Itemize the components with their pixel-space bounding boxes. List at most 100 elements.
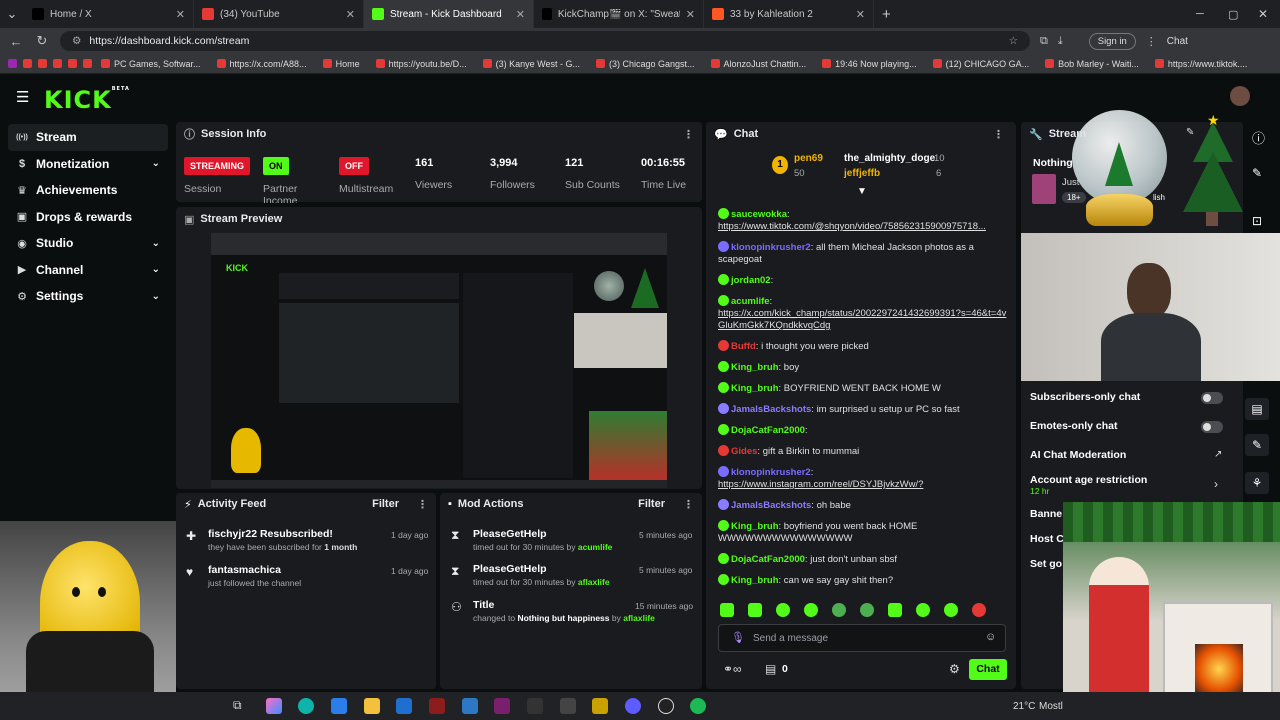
collapse-leaderboard-icon[interactable]: ▼ xyxy=(857,186,867,197)
emote-icon[interactable] xyxy=(776,603,790,617)
bookmark-star-icon[interactable]: ☆ xyxy=(1009,35,1018,47)
extensions-icon[interactable]: ⧉ xyxy=(1040,35,1048,48)
browser-tab[interactable]: (34) YouTube ✕ xyxy=(194,0,364,28)
emotes-only-toggle[interactable] xyxy=(1201,421,1223,433)
info-circle-icon[interactable]: ⓘ xyxy=(1252,128,1265,147)
chat-menu-icon[interactable]: ⋮ xyxy=(993,128,1004,141)
app-icon[interactable] xyxy=(494,698,510,714)
more-menu-icon[interactable]: ⋮ xyxy=(1146,35,1157,48)
bookmark-icon[interactable] xyxy=(68,59,77,68)
mod-filter-button[interactable]: Filter xyxy=(638,498,665,510)
multistream-badge[interactable]: OFF xyxy=(339,157,369,175)
close-tab-icon[interactable]: ✕ xyxy=(686,8,695,21)
share-icon[interactable]: ⚘ xyxy=(1245,472,1269,494)
bookmark-icon[interactable] xyxy=(83,59,92,68)
chevron-down-icon[interactable]: ⌄ xyxy=(152,238,160,249)
close-tab-icon[interactable]: ✕ xyxy=(856,8,865,21)
chat-username[interactable]: jordan02 xyxy=(731,275,771,286)
ai-moderation-label[interactable]: AI Chat Moderation xyxy=(1030,449,1126,461)
emote-icon[interactable] xyxy=(944,603,958,617)
session-menu-icon[interactable]: ⋮ xyxy=(683,128,694,141)
tab-list-icon[interactable]: ⌄ xyxy=(0,6,24,22)
chat-username[interactable]: klonopinkrusher2 xyxy=(731,242,811,253)
partner-badge[interactable]: ON xyxy=(263,157,289,175)
bookmark-item[interactable]: AlonzoJust Chattin... xyxy=(708,59,810,69)
sidebar-item-studio[interactable]: ◉ Studio ⌄ xyxy=(8,230,168,257)
chat-settings-icon[interactable]: ⚙ xyxy=(949,662,960,676)
chat-username[interactable]: DojaCatFan2000 xyxy=(731,554,805,565)
minimize-icon[interactable]: ─ xyxy=(1196,8,1204,20)
app-icon[interactable] xyxy=(625,698,641,714)
sidebar-item-drops-rewards[interactable]: ▣ Drops & rewards xyxy=(8,204,168,231)
chevron-down-icon[interactable]: ⌄ xyxy=(152,291,160,302)
tools-icon[interactable]: ✎ xyxy=(1245,434,1269,456)
new-tab-button[interactable]: + xyxy=(882,6,891,23)
close-tab-icon[interactable]: ✕ xyxy=(516,8,525,21)
chat-link[interactable]: https://www.instagram.com/reel/DSYJBjvkz… xyxy=(718,479,1008,491)
account-age-label[interactable]: Account age restriction xyxy=(1030,474,1147,486)
bookmark-icon[interactable] xyxy=(23,59,32,68)
chat-input[interactable]: 🎙 Send a message ☺ xyxy=(718,624,1006,652)
chat-username[interactable]: DojaCatFan2000 xyxy=(731,425,805,436)
browser-tab[interactable]: Stream - Kick Dashboard ✕ xyxy=(364,0,534,28)
app-icon[interactable] xyxy=(560,698,576,714)
external-link-icon[interactable]: ↗ xyxy=(1214,449,1222,460)
leader-name[interactable]: jeffjeffb xyxy=(844,168,880,179)
chat-username[interactable]: Gides xyxy=(731,446,757,457)
url-field[interactable]: ⚙ https://dashboard.kick.com/stream ☆ xyxy=(60,31,1030,51)
copilot-chat-button[interactable]: Chat xyxy=(1167,36,1188,47)
set-goal-label[interactable]: Set go xyxy=(1030,558,1062,570)
spotify-icon[interactable] xyxy=(690,698,706,714)
chat-link[interactable]: https://x.com/kick_champ/status/20022972… xyxy=(718,308,1008,332)
sidebar-item-stream[interactable]: ((•)) Stream xyxy=(8,124,168,151)
app-icon[interactable] xyxy=(658,698,674,714)
chat-username[interactable]: klonopinkrusher2 xyxy=(731,467,811,478)
outlook-icon[interactable] xyxy=(396,698,412,714)
close-tab-icon[interactable]: ✕ xyxy=(176,8,185,21)
site-info-icon[interactable]: ⚙ xyxy=(72,35,81,47)
crop-icon[interactable]: ⊡ xyxy=(1252,214,1262,228)
emote-icon[interactable] xyxy=(832,603,846,617)
emote-icon[interactable] xyxy=(888,603,902,617)
chevron-down-icon[interactable]: ⌄ xyxy=(152,158,160,169)
back-icon[interactable]: ← xyxy=(8,34,24,49)
bookmark-item[interactable]: Bob Marley - Waiti... xyxy=(1042,59,1142,69)
chat-username[interactable]: King_bruh xyxy=(731,383,779,394)
chat-username[interactable]: Buffd xyxy=(731,341,756,352)
chat-username[interactable]: King_bruh xyxy=(731,521,779,532)
sidebar-item-monetization[interactable]: $ Monetization ⌄ xyxy=(8,151,168,178)
bookmark-item[interactable]: Home xyxy=(320,59,363,69)
emote-icon[interactable] xyxy=(860,603,874,617)
download-icon[interactable]: ⤓ xyxy=(1058,35,1063,48)
bookmark-item[interactable]: 19:46 Now playing... xyxy=(819,59,920,69)
sidebar-item-channel[interactable]: ▶ Channel ⌄ xyxy=(8,257,168,284)
bookmark-item[interactable]: PC Games, Softwar... xyxy=(98,59,204,69)
bookmark-icon[interactable] xyxy=(53,59,62,68)
browser-tab[interactable]: 33 by Kahleation 2 ✕ xyxy=(704,0,874,28)
app-icon[interactable] xyxy=(462,698,478,714)
layout-icon[interactable]: ▤ xyxy=(1245,398,1269,420)
chat-username[interactable]: JamalsBackshots xyxy=(731,404,811,415)
browser-tab[interactable]: Home / X ✕ xyxy=(24,0,194,28)
close-window-icon[interactable]: ✕ xyxy=(1258,7,1268,21)
avatar[interactable] xyxy=(1230,86,1250,106)
chat-link[interactable]: https://www.tiktok.com/@shqyon/video/758… xyxy=(718,221,1008,233)
bookmark-item[interactable]: (3) Chicago Gangst... xyxy=(593,59,698,69)
sidebar-item-achievements[interactable]: ♛ Achievements xyxy=(8,177,168,204)
bookmark-item[interactable]: https://youtu.be/D... xyxy=(373,59,470,69)
store-icon[interactable] xyxy=(331,698,347,714)
sidebar-item-settings[interactable]: ⚙ Settings ⌄ xyxy=(8,283,168,310)
activity-menu-icon[interactable]: ⋮ xyxy=(417,498,428,511)
leader-name[interactable]: pen69 xyxy=(794,153,823,164)
chat-username[interactable]: King_bruh xyxy=(731,362,779,373)
treasure-icon[interactable]: ▤ xyxy=(765,662,776,676)
points-icon[interactable]: ⚭∞ xyxy=(723,662,742,676)
bookmark-icon[interactable] xyxy=(8,59,17,68)
chat-username[interactable]: JamalsBackshots xyxy=(731,500,811,511)
chevron-right-icon[interactable]: › xyxy=(1214,477,1218,491)
copilot-icon[interactable] xyxy=(266,698,282,714)
bookmark-item[interactable]: (3) Kanye West - G... xyxy=(480,59,583,69)
bookmark-icon[interactable] xyxy=(38,59,47,68)
edit-pencil-icon[interactable]: ✎ xyxy=(1252,166,1262,180)
stream-preview-video[interactable]: KICK xyxy=(211,233,667,488)
